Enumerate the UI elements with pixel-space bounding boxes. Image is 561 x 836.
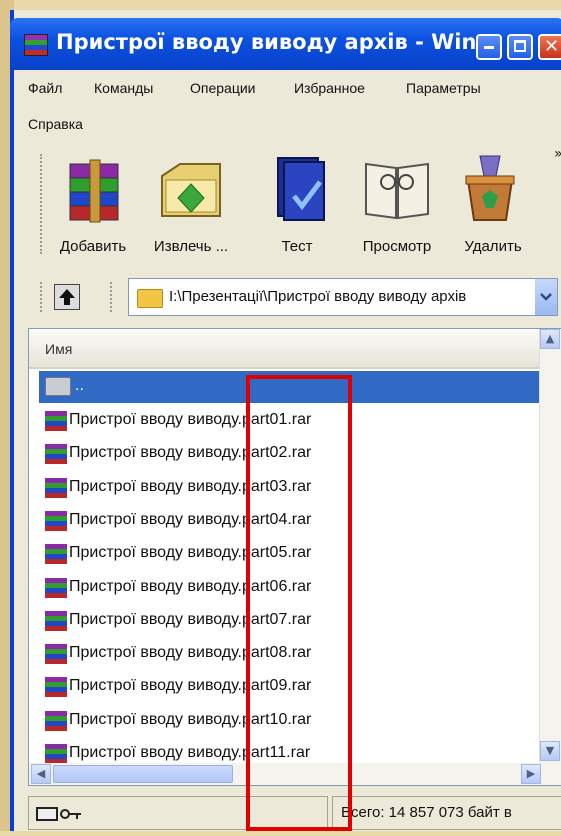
window-title: Пристрої вводу виводу архів - Win... (56, 30, 501, 54)
winrar-window: Пристрої вводу виводу архів - Win... ✕ Ф… (10, 10, 561, 831)
file-name: Пристрої вводу виводу.part11.rar (69, 744, 311, 761)
horizontal-scrollbar[interactable]: ◀ ▶ (29, 763, 541, 785)
title-bar[interactable]: Пристрої вводу виводу архів - Win... ✕ (10, 18, 561, 70)
rar-archive-icon (45, 411, 67, 431)
path-text: I:\Презентації\Пристрої вводу виводу арх… (169, 288, 467, 305)
file-name: Пристрої вводу виводу.part08.rar (69, 644, 312, 662)
file-name: Пристрої вводу виводу.part10.rar (69, 710, 312, 728)
rar-archive-icon (45, 710, 67, 731)
rar-archive-icon (45, 510, 67, 531)
column-header-name[interactable]: Имя (29, 329, 539, 369)
file-row[interactable]: Пристрої вводу виводу.part04.rar (37, 505, 537, 537)
close-icon: ✕ (544, 36, 560, 57)
horizontal-scroll-thumb[interactable] (53, 765, 233, 783)
menu-operations[interactable]: Операции (190, 80, 256, 96)
file-row[interactable]: Пристрої вводу виводу.part05.rar (37, 538, 537, 570)
scroll-up-button[interactable]: ▲ (540, 329, 560, 349)
file-name: Пристрої вводу виводу.part02.rar (69, 444, 312, 462)
file-row[interactable]: Пристрої вводу виводу.part08.rar (37, 638, 537, 670)
rar-archive-icon (45, 744, 67, 764)
rar-archive-icon (45, 644, 67, 665)
file-list: Имя .. Пристрої вводу виводу.part01.rar П… (28, 328, 561, 786)
rar-archive-icon (45, 677, 67, 698)
parent-folder-icon (45, 377, 71, 396)
add-button[interactable]: Добавить (48, 150, 138, 262)
rar-archive-icon (45, 544, 67, 565)
minimize-button[interactable] (476, 34, 502, 60)
file-row[interactable]: Пристрої вводу виводу.part06.rar (37, 572, 537, 604)
status-right-pane: Всего: 14 857 073 байт в (332, 796, 561, 830)
view-button[interactable]: Просмотр (352, 150, 442, 262)
file-row[interactable]: Пристрої вводу виводу.part07.rar (37, 605, 537, 637)
scroll-right-button[interactable]: ▶ (521, 764, 541, 784)
address-bar: I:\Презентації\Пристрої вводу виводу арх… (18, 278, 561, 320)
menu-commands[interactable]: Команды (94, 80, 153, 96)
file-row[interactable]: Пристрої вводу виводу.part01.rar (37, 405, 537, 437)
view-icon (365, 162, 429, 220)
toolbar: Добавить Извлечь ... Тест Просмотр Удали… (18, 146, 561, 265)
rar-archive-icon (45, 610, 67, 631)
status-bar: Всего: 14 857 073 байт в (28, 792, 561, 836)
test-icon (277, 157, 325, 221)
path-combobox[interactable]: I:\Презентації\Пристрої вводу виводу арх… (128, 278, 558, 316)
file-row[interactable]: Пристрої вводу виводу.part09.rar (37, 671, 537, 703)
up-folder-button[interactable] (54, 284, 80, 310)
file-name: Пристрої вводу виводу.part07.rar (69, 610, 312, 628)
vertical-scrollbar[interactable]: ▲ ▼ (539, 329, 561, 785)
extract-icon (161, 163, 221, 217)
test-button[interactable]: Тест (252, 150, 342, 262)
toolbar-grip[interactable] (40, 154, 44, 254)
menu-file[interactable]: Файл (28, 80, 62, 96)
address-grip[interactable] (40, 282, 44, 312)
menu-help[interactable]: Справка (28, 116, 83, 132)
delete-label: Удалить (464, 238, 522, 255)
file-name: Пристрої вводу виводу.part01.rar (69, 411, 312, 428)
extract-label: Извлечь ... (153, 238, 229, 255)
parent-folder-row[interactable]: .. (39, 371, 539, 403)
file-row[interactable]: Пристрої вводу виводу.part10.rar (37, 705, 537, 737)
file-name: Пристрої вводу виводу.part04.rar (69, 510, 312, 528)
file-name: Пристрої вводу виводу.part09.rar (69, 677, 312, 695)
delete-icon (465, 155, 515, 221)
winrar-app-icon (24, 34, 48, 56)
file-name: Пристрої вводу виводу.part06.rar (69, 577, 312, 595)
maximize-button[interactable] (507, 34, 533, 60)
path-dropdown-button[interactable] (535, 279, 557, 315)
toolbar-overflow-chevron[interactable]: » (554, 146, 561, 162)
chevron-down-icon (540, 293, 552, 301)
add-archive-icon (69, 159, 119, 223)
folder-icon (137, 289, 163, 308)
menu-favorites[interactable]: Избранное (294, 80, 365, 96)
delete-button[interactable]: Удалить (448, 150, 538, 262)
rar-archive-icon (45, 477, 67, 498)
file-name: Пристрої вводу виводу.part03.rar (69, 477, 312, 495)
test-label: Тест (281, 238, 313, 255)
extract-button[interactable]: Извлечь ... (146, 150, 236, 262)
close-button[interactable]: ✕ (538, 34, 561, 60)
status-left-pane (28, 796, 328, 830)
rar-archive-icon (45, 577, 67, 598)
menu-settings[interactable]: Параметры (406, 80, 481, 96)
status-total-text: Всего: 14 857 073 байт в (341, 804, 512, 821)
scroll-left-button[interactable]: ◀ (31, 764, 51, 784)
view-label: Просмотр (362, 238, 432, 255)
rar-archive-icon (45, 444, 67, 465)
add-label: Добавить (59, 238, 127, 255)
scroll-down-button[interactable]: ▼ (540, 741, 560, 761)
drive-key-icon (36, 807, 81, 821)
address-grip-2 (110, 282, 114, 312)
file-row[interactable]: Пристрої вводу виводу.part02.rar (37, 438, 537, 470)
file-name: Пристрої вводу виводу.part05.rar (69, 544, 312, 562)
up-arrow-icon (59, 289, 75, 305)
file-row[interactable]: Пристрої вводу виводу.part03.rar (37, 472, 537, 504)
